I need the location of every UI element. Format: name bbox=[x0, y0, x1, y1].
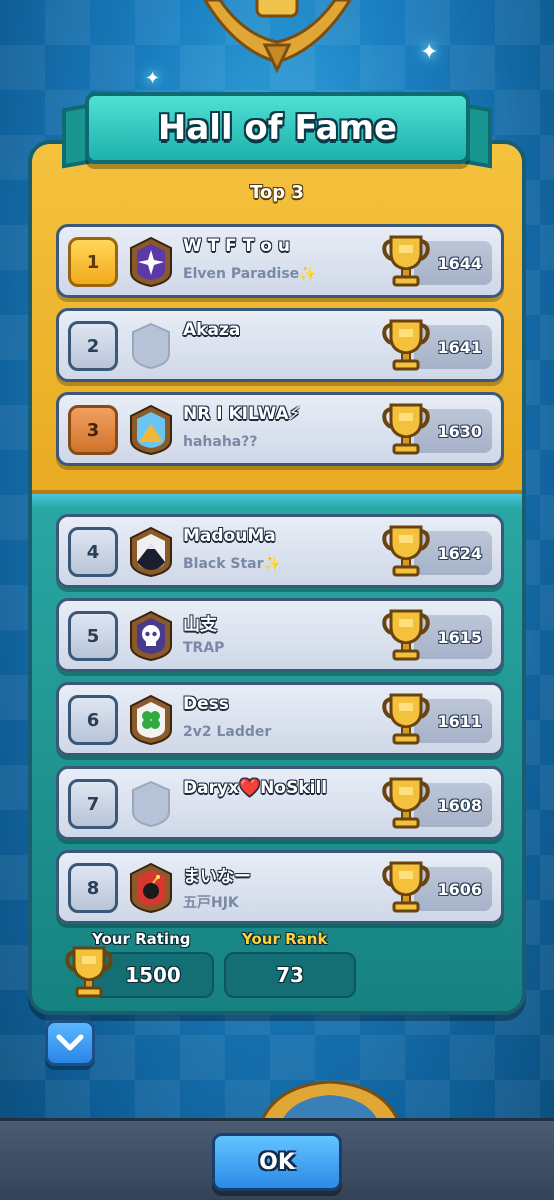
clan-badge-icon bbox=[130, 862, 172, 914]
rank-number: 3 bbox=[68, 405, 118, 455]
clan-badge-icon bbox=[130, 526, 172, 578]
clan-badge-icon bbox=[130, 404, 172, 456]
rank-number: 5 bbox=[68, 611, 118, 661]
clan-name: 2v2 Ladder bbox=[183, 724, 272, 740]
rank-number: 1 bbox=[68, 237, 118, 287]
page-title: Hall of Fame bbox=[157, 108, 398, 148]
leaderboard-row[interactable]: 4 MadouMa Black Star✨ 1624 bbox=[56, 514, 504, 588]
player-name: Dess bbox=[183, 694, 229, 714]
clan-name: TRAP bbox=[183, 640, 225, 656]
leaderboard-row[interactable]: 1W T F T o u Elven Paradise✨ 1644 bbox=[56, 224, 504, 298]
leaderboard-row[interactable]: 3 NR I KILWA⚡ hahaha?? 1630 bbox=[56, 392, 504, 466]
chevron-down-icon bbox=[56, 1034, 84, 1051]
player-name: NR I KILWA⚡ bbox=[183, 404, 301, 424]
your-rank-label: Your Rank bbox=[242, 930, 328, 948]
player-name: W T F T o u bbox=[183, 236, 290, 256]
title-ribbon: Hall of Fame bbox=[85, 92, 470, 164]
trophy-icon bbox=[65, 946, 113, 998]
clan-name: Elven Paradise✨ bbox=[183, 266, 317, 282]
leaderboard-row[interactable]: 6 Dess 2v2 Ladder 1611 bbox=[56, 682, 504, 756]
top3-label: Top 3 bbox=[250, 182, 304, 203]
clan-name: hahaha?? bbox=[183, 434, 258, 450]
rank-number: 4 bbox=[68, 527, 118, 577]
scroll-down-button[interactable] bbox=[45, 1020, 95, 1066]
clan-badge-icon bbox=[130, 236, 172, 288]
trophy-icon bbox=[381, 315, 431, 375]
trophy-icon bbox=[381, 399, 431, 459]
rank-number: 2 bbox=[68, 321, 118, 371]
leaderboard-row[interactable]: 5 山支 TRAP 1615 bbox=[56, 598, 504, 672]
player-name: Akaza bbox=[183, 320, 241, 340]
leaderboard-row[interactable]: 2 Akaza 1641 bbox=[56, 308, 504, 382]
sparkle-icon: ✦ bbox=[420, 40, 439, 65]
player-name: 山支 bbox=[183, 615, 217, 635]
trophy-icon bbox=[381, 521, 431, 581]
clan-badge-icon bbox=[130, 694, 172, 746]
rank-number: 7 bbox=[68, 779, 118, 829]
your-rank-value: 73 bbox=[224, 952, 356, 998]
ok-button[interactable]: OK bbox=[212, 1133, 342, 1191]
player-name: MadouMa bbox=[183, 526, 276, 546]
player-name: まいなー bbox=[183, 867, 251, 887]
player-name: Daryx❤️NoSkill bbox=[183, 778, 328, 798]
trophy-ornament-icon bbox=[203, 0, 352, 74]
trophy-icon bbox=[381, 231, 431, 291]
trophy-icon bbox=[381, 773, 431, 833]
trophy-icon bbox=[381, 605, 431, 665]
trophy-icon bbox=[381, 857, 431, 917]
leaderboard-row[interactable]: 7 Daryx❤️NoSkill 1608 bbox=[56, 766, 504, 840]
clan-name: 五戸HJK bbox=[183, 895, 239, 911]
clan-badge-icon bbox=[132, 322, 170, 370]
rank-number: 8 bbox=[68, 863, 118, 913]
leaderboard-panel: Top 3 1W T F T o u Elven Paradise✨ 1644 2 Ak… bbox=[28, 140, 526, 1015]
clan-name: Black Star✨ bbox=[183, 556, 281, 572]
trophy-icon bbox=[381, 689, 431, 749]
clan-badge-icon bbox=[130, 610, 172, 662]
clan-badge-icon bbox=[132, 780, 170, 828]
leaderboard-row[interactable]: 8 まいなー 五戸HJK 1606 bbox=[56, 850, 504, 924]
sparkle-icon: ✦ bbox=[145, 68, 161, 89]
rank-number: 6 bbox=[68, 695, 118, 745]
